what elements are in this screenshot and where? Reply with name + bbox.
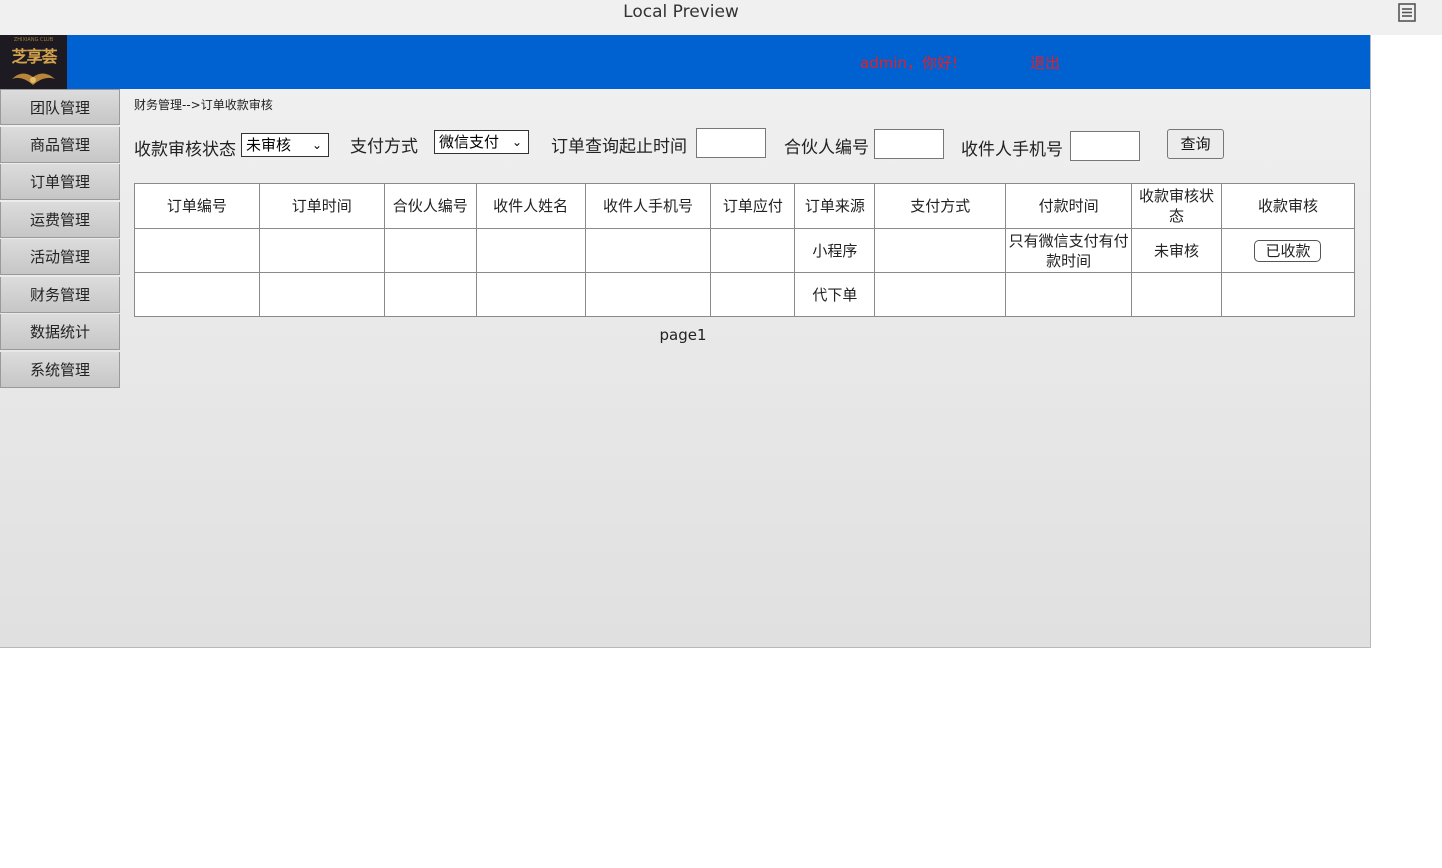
sidebar-item-shipping[interactable]: 运费管理 [0, 201, 120, 238]
table-header-row: 订单编号 订单时间 合伙人编号 收件人姓名 收件人手机号 订单应付 订单来源 支… [134, 183, 1356, 229]
table-cell [1005, 272, 1133, 317]
sidebar-item-statistics[interactable]: 数据统计 [0, 314, 120, 350]
breadcrumb: 财务管理-->订单收款审核 [134, 98, 273, 112]
sidebar-item-products[interactable]: 商品管理 [0, 126, 120, 163]
window-title: Local Preview [623, 2, 739, 22]
review-status-value: 未审核 [246, 136, 292, 154]
user-greeting: admin，你好! [860, 54, 959, 72]
window-titlebar: Local Preview [0, 0, 1442, 35]
column-header: 订单来源 [794, 183, 876, 229]
filter-bar: 收款审核状态 未审核 ⌄ 支付方式 微信支付 ⌄ 订单查询起止时间 合伙人编号 … [134, 127, 1364, 161]
table-cell [134, 272, 260, 317]
column-header: 收件人姓名 [475, 183, 586, 229]
table-row: 代下单 [134, 272, 1356, 317]
table-cell [1131, 272, 1222, 317]
chevron-down-icon: ⌄ [511, 135, 522, 149]
app-frame: ZHIXIANG CLUB 芝享荟 admin，你好! 退出 团队管理 商品管理… [0, 35, 1371, 648]
mark-received-button[interactable]: 已收款 [1254, 239, 1322, 262]
table-cell: 已收款 [1220, 228, 1356, 273]
partner-id-label: 合伙人编号 [784, 138, 869, 158]
column-header: 订单时间 [258, 183, 385, 229]
sidebar-item-orders[interactable]: 订单管理 [0, 164, 120, 200]
list-menu-icon[interactable] [1398, 3, 1416, 22]
table-cell [874, 228, 1007, 273]
table-cell [475, 228, 586, 273]
logo-ornament-icon [12, 73, 55, 85]
table-cell [475, 272, 586, 317]
top-header: ZHIXIANG CLUB 芝享荟 admin，你好! 退出 [0, 35, 1370, 89]
column-header: 订单编号 [134, 183, 260, 229]
receiver-phone-label: 收件人手机号 [961, 140, 1063, 160]
sidebar-item-activities[interactable]: 活动管理 [0, 239, 120, 275]
table-cell [1220, 272, 1356, 317]
partner-id-input[interactable] [874, 129, 944, 159]
sidebar-item-finance[interactable]: 财务管理 [0, 276, 120, 313]
payment-method-label: 支付方式 [350, 137, 418, 157]
table-cell: 小程序 [794, 228, 876, 273]
payment-method-select[interactable]: 微信支付 ⌄ [434, 130, 529, 154]
table-cell: 未审核 [1131, 228, 1222, 273]
column-header: 收件人手机号 [584, 183, 712, 229]
chevron-down-icon: ⌄ [311, 138, 322, 152]
review-status-select[interactable]: 未审核 ⌄ [241, 133, 329, 157]
table-cell [584, 228, 712, 273]
date-range-input[interactable] [696, 128, 766, 158]
column-header: 收款审核状态 [1131, 183, 1222, 229]
column-header: 收款审核 [1220, 183, 1356, 229]
table-cell [134, 228, 260, 273]
table-cell [258, 272, 385, 317]
table-cell [710, 228, 796, 273]
table-row: 小程序 只有微信支付有付款时间 未审核 已收款 [134, 228, 1356, 273]
table-cell [383, 272, 477, 317]
table-cell [258, 228, 385, 273]
sidebar-item-team[interactable]: 团队管理 [0, 89, 120, 125]
column-header: 支付方式 [874, 183, 1007, 229]
receiver-phone-input[interactable] [1070, 131, 1140, 161]
table-cell [710, 272, 796, 317]
table-cell [874, 272, 1007, 317]
column-header: 付款时间 [1005, 183, 1133, 229]
review-status-label: 收款审核状态 [134, 140, 236, 160]
date-range-label: 订单查询起止时间 [551, 137, 687, 157]
pagination[interactable]: page1 [134, 326, 1232, 344]
brand-logo: ZHIXIANG CLUB 芝享荟 [0, 35, 67, 89]
sidebar-item-system[interactable]: 系统管理 [0, 351, 120, 388]
table-cell [383, 228, 477, 273]
query-button[interactable]: 查询 [1167, 129, 1224, 159]
table-cell: 只有微信支付有付款时间 [1005, 228, 1133, 273]
column-header: 合伙人编号 [383, 183, 477, 229]
table-cell [584, 272, 712, 317]
sidebar-nav: 团队管理 商品管理 订单管理 运费管理 活动管理 财务管理 数据统计 系统管理 [0, 89, 120, 388]
orders-table: 订单编号 订单时间 合伙人编号 收件人姓名 收件人手机号 订单应付 订单来源 支… [134, 183, 1356, 317]
table-cell: 代下单 [794, 272, 876, 317]
column-header: 订单应付 [710, 183, 796, 229]
payment-method-value: 微信支付 [439, 133, 500, 151]
logout-link[interactable]: 退出 [1030, 52, 1060, 73]
